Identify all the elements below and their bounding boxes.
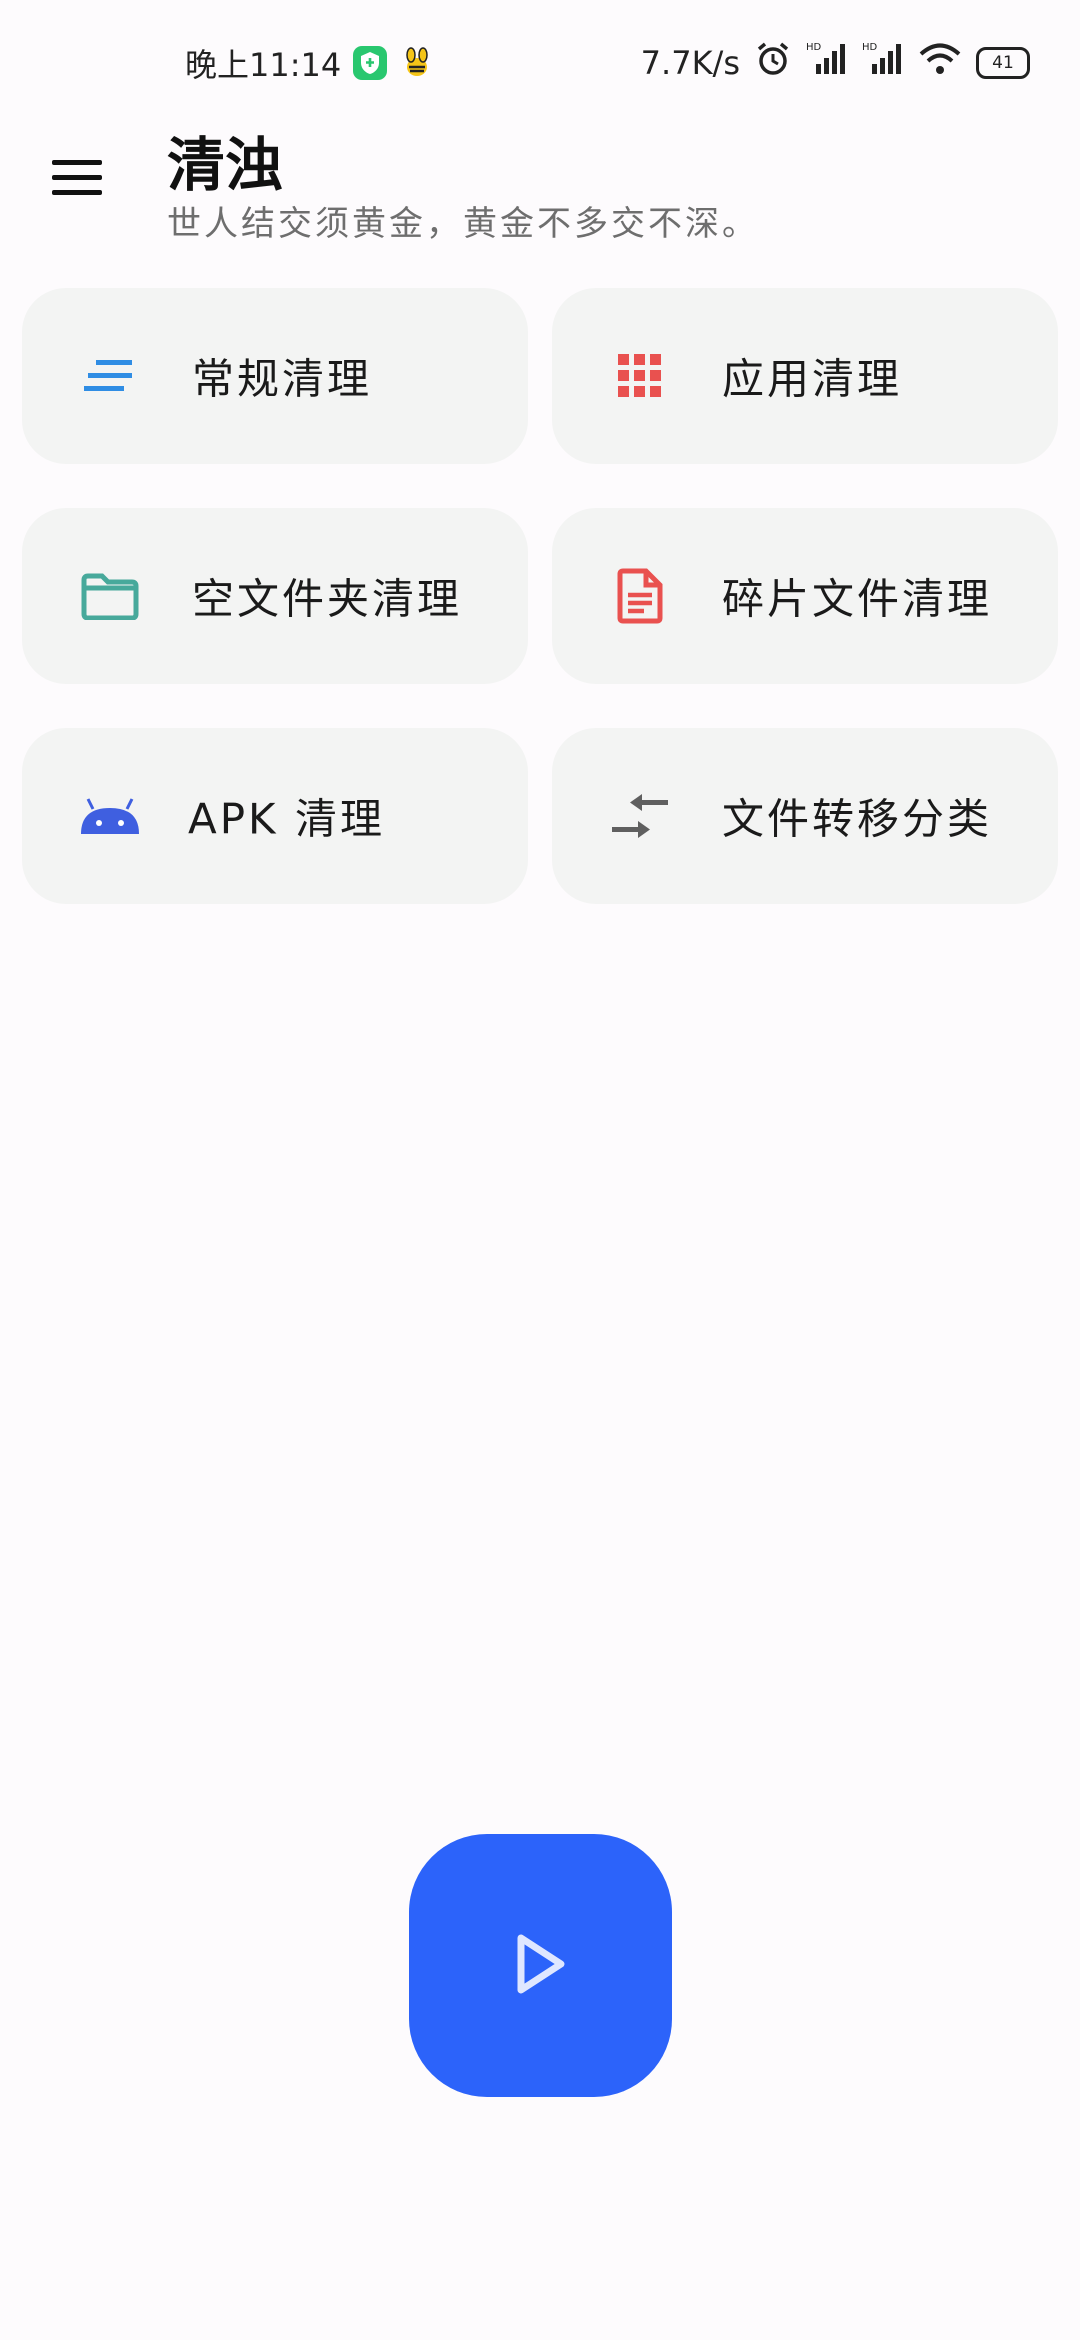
- shield-badge-icon: [353, 46, 388, 80]
- card-label: APK 清理: [188, 794, 385, 844]
- sort-lines-icon: [78, 344, 142, 408]
- start-fab-button[interactable]: [409, 1834, 672, 2097]
- battery-icon: 41: [976, 47, 1030, 79]
- apps-grid-icon: [608, 344, 672, 408]
- bee-icon: [399, 45, 435, 81]
- alarm-icon: [754, 40, 792, 86]
- battery-level: 41: [992, 53, 1014, 73]
- signal-hd-icon-2: HD: [862, 40, 904, 86]
- card-label: 文件转移分类: [722, 794, 993, 844]
- card-fragment-clean[interactable]: 碎片文件清理: [552, 508, 1058, 684]
- android-icon: [78, 784, 142, 848]
- card-empty-folder-clean[interactable]: 空文件夹清理: [22, 508, 528, 684]
- network-speed: 7.7K/s: [640, 44, 740, 82]
- app-title: 清浊: [167, 131, 284, 199]
- card-label: 碎片文件清理: [722, 574, 993, 624]
- card-regular-clean[interactable]: 常规清理: [22, 288, 528, 464]
- card-label: 空文件夹清理: [192, 574, 463, 624]
- card-label: 应用清理: [722, 354, 903, 404]
- play-icon: [515, 1933, 567, 1999]
- wifi-icon: [918, 41, 962, 85]
- status-left: 晚上11:14: [185, 40, 435, 86]
- status-time: 晚上11:14: [185, 46, 342, 84]
- card-apk-clean[interactable]: APK 清理: [22, 728, 528, 904]
- svg-text:HD: HD: [806, 42, 822, 53]
- signal-hd-icon: HD: [806, 40, 848, 86]
- document-icon: [608, 564, 672, 628]
- card-file-transfer-sort[interactable]: 文件转移分类: [552, 728, 1058, 904]
- status-bar: 晚上11:14 7.7K/s HD HD 41: [0, 0, 1080, 126]
- hamburger-menu-icon[interactable]: [44, 150, 110, 204]
- folder-icon: [78, 564, 142, 628]
- status-right: 7.7K/s HD HD 41: [641, 40, 1030, 86]
- app-subtitle: 世人结交须黄金，黄金不多交不深。: [167, 204, 759, 244]
- svg-text:HD: HD: [862, 42, 878, 53]
- compare-arrows-icon: [608, 784, 672, 848]
- card-label: 常规清理: [192, 354, 373, 404]
- card-app-clean[interactable]: 应用清理: [552, 288, 1058, 464]
- app-screen: 晚上11:14 7.7K/s HD HD 41 清浊 世人结交须黄金，黄金不多交…: [0, 0, 1080, 2340]
